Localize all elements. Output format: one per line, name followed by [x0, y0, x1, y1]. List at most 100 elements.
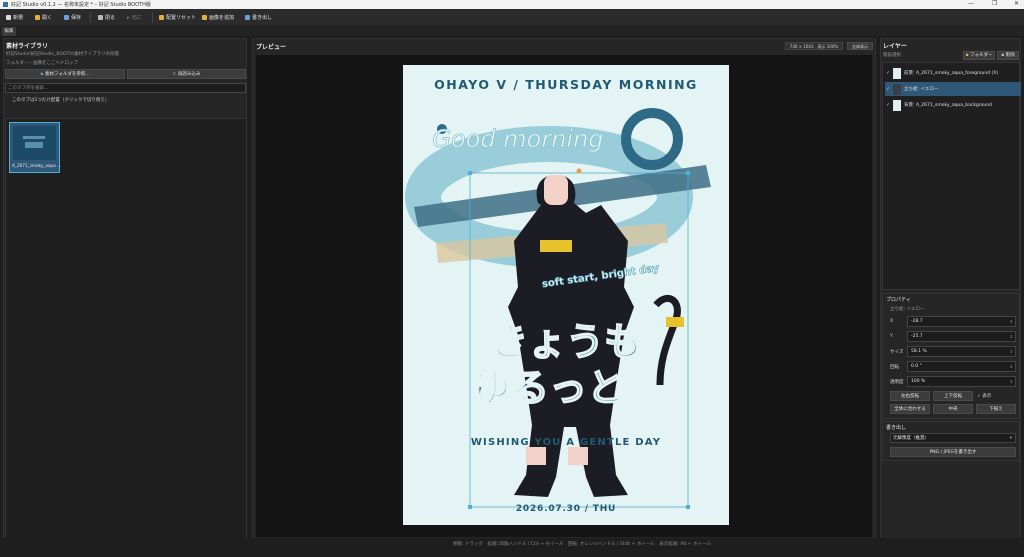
close-file-icon — [98, 15, 103, 20]
prop-rotation-input[interactable]: 0.0 ° ⇕ — [907, 361, 1016, 372]
resize-handle[interactable] — [468, 171, 472, 175]
library-drop-hint: フォルダー／画像をここへドロップ — [6, 61, 78, 66]
show-label: 表示 — [982, 394, 992, 399]
layer-folder-button[interactable]: ▪ フォルダー — [963, 51, 995, 60]
flip-vertical-button[interactable]: 上下反転 — [933, 391, 973, 401]
fit-view-button[interactable]: 全体表示 — [847, 42, 873, 50]
save-icon — [64, 15, 69, 20]
export-label: 書き出し — [252, 15, 273, 21]
prop-rotation-value: 0.0 ° — [911, 364, 922, 369]
asset-thumbnail-mark — [25, 142, 43, 148]
export-toolbar-button[interactable]: 書き出し — [242, 12, 275, 23]
right-panel: レイヤー 階段選択 ▪ フォルダー ▪ 削除 ✓ 前景: A_2671_smok… — [880, 38, 1021, 544]
save-label: 保存 — [71, 15, 82, 21]
preview-title: プレビュー — [256, 44, 287, 51]
properties-panel: プロパティ 立ち絵: イエロー X -28.7 ⇕ Y -25.7 ⇕ サイズ 58… — [882, 293, 1020, 419]
poster-canvas[interactable]: OHAYO V / THURSDAY MORNING Good morning … — [256, 55, 872, 537]
folder-icon: ▪ — [40, 72, 44, 77]
tab-edit[interactable]: 編集 — [2, 27, 16, 36]
close-window-button[interactable]: ✕ — [1014, 0, 1019, 7]
fit-all-button[interactable]: 全体に合わせる — [890, 404, 930, 414]
reload-button[interactable]: ↻ 再読み込み — [127, 69, 246, 79]
layer-item[interactable]: ✓ 前景: A_2671_smoky_aqua_foreground (X) — [885, 66, 1021, 80]
prop-x-value: -28.7 — [911, 319, 923, 324]
refresh-icon: ↻ — [172, 72, 177, 77]
layers-title: レイヤー — [883, 43, 907, 50]
minimize-button[interactable]: — — [968, 0, 974, 7]
undo-button[interactable]: ▸ 元に — [124, 12, 145, 23]
resize-handle[interactable] — [686, 171, 690, 175]
export-format-select[interactable]: 元解像度（推奨） ▾ — [890, 433, 1016, 443]
resize-handle[interactable] — [686, 505, 690, 509]
library-path: 好記Studio\好記Studio_BOOTH\素材ライブラリの形態 — [6, 52, 120, 57]
show-checkbox[interactable]: ✓ — [977, 394, 981, 399]
prop-size-value: 58.1 % — [911, 349, 927, 354]
bottom-align-button[interactable]: 下揃え — [976, 404, 1016, 414]
layer-thumbnail — [893, 99, 901, 111]
reset-layout-button[interactable]: 配置リセット — [156, 12, 199, 23]
main-toolbar: 新規 開く 保存 閉る ▸ 元に 配置リセット 画像を追加 書き出し — [0, 9, 1024, 26]
add-image-button[interactable]: 画像を追加 — [199, 12, 237, 23]
spinner-icon: ⇕ — [1009, 319, 1013, 324]
undo-icon: ▸ — [127, 14, 130, 21]
layer-visibility-checkbox[interactable]: ✓ — [885, 71, 891, 76]
show-toggle[interactable]: ✓ 表示 — [977, 393, 991, 399]
layer-name: 立ち絵: イエロー — [904, 87, 939, 92]
browse-folder-button[interactable]: ▪ 素材フォルダを参照... — [5, 69, 125, 79]
chevron-down-icon: ▾ — [1009, 436, 1012, 441]
open-button[interactable]: 開く — [32, 12, 55, 23]
spinner-icon: ⇕ — [1009, 379, 1013, 384]
layer-name: 背景: A_2671_smoky_aqua_background — [904, 103, 992, 108]
maximize-button[interactable]: ❐ — [992, 0, 997, 7]
prop-y-value: -25.7 — [911, 334, 923, 339]
library-search-input[interactable]: このタブ内を検索... — [5, 83, 246, 93]
asset-name: A_2671_smoky_aqua ... — [12, 163, 62, 168]
center-button[interactable]: 中央 — [933, 404, 973, 414]
layer-delete-button[interactable]: ▪ 削除 — [997, 51, 1019, 60]
save-button[interactable]: 保存 — [61, 12, 84, 23]
layer-visibility-checkbox[interactable]: ✓ — [885, 103, 891, 108]
new-file-icon — [6, 15, 11, 20]
character-skin — [568, 447, 588, 465]
rotate-handle[interactable] — [576, 168, 582, 174]
toolbar-divider — [152, 12, 153, 23]
poster-date: 2026.07.30 / THU — [516, 504, 616, 514]
export-format-value: 元解像度（推奨） — [893, 436, 929, 441]
prop-y-input[interactable]: -25.7 ⇕ — [907, 331, 1016, 342]
reset-layout-label: 配置リセット — [166, 15, 197, 21]
prop-opacity-input[interactable]: 100 % ⇕ — [907, 376, 1016, 387]
folder-icon: ▪ — [965, 53, 969, 58]
prop-y: Y -25.7 ⇕ — [890, 331, 1018, 343]
layer-item[interactable]: ✓ 背景: A_2671_smoky_aqua_background — [885, 98, 1021, 112]
tail-bow — [666, 317, 684, 327]
preview-panel: プレビュー 736 × 1043 表示 100% 全体表示 OHAYO V / … — [252, 38, 876, 544]
undo-label: 元に — [131, 15, 142, 21]
prop-y-label: Y — [890, 334, 893, 339]
properties-title: プロパティ — [886, 297, 911, 303]
layer-folder-label: フォルダー — [970, 53, 993, 58]
prop-size-input[interactable]: 58.1 % ⇕ — [907, 346, 1016, 357]
resize-handle[interactable] — [468, 505, 472, 509]
close-file-button[interactable]: 閉る — [95, 12, 118, 23]
layer-thumbnail — [893, 83, 901, 95]
layer-item[interactable]: ✓ 立ち絵: イエロー — [885, 82, 1021, 96]
layer-visibility-checkbox[interactable]: ✓ — [885, 87, 891, 92]
asset-tile[interactable]: A_2671_smoky_aqua ... — [9, 122, 62, 173]
status-bar: 移動: ドラッグ 拡縮: 四角ハンドル / Ctrl + ホイール 回転: オレ… — [0, 538, 1024, 557]
character-skin — [526, 447, 546, 465]
add-image-label: 画像を追加 — [209, 15, 235, 21]
spinner-icon: ⇕ — [1009, 334, 1013, 339]
prop-x-input[interactable]: -28.7 ⇕ — [907, 316, 1016, 327]
close-label: 閉る — [105, 15, 116, 21]
poster-wish: WISHING YOU A GENTLE DAY — [471, 437, 661, 448]
toolbar-divider — [90, 12, 91, 23]
new-label: 新規 — [13, 15, 24, 21]
new-button[interactable]: 新規 — [3, 12, 26, 23]
export-png-button[interactable]: PNG / JPEGを書き出す — [890, 447, 1016, 457]
flip-horizontal-button[interactable]: 左右反転 — [890, 391, 930, 401]
export-panel: 書き出し 元解像度（推奨） ▾ PNG / JPEGを書き出す — [882, 421, 1020, 461]
prop-size-label: サイズ — [890, 350, 904, 355]
character-bow — [540, 240, 572, 252]
canvas-area[interactable]: OHAYO V / THURSDAY MORNING Good morning … — [256, 55, 872, 537]
prop-x-label: X — [890, 319, 894, 324]
